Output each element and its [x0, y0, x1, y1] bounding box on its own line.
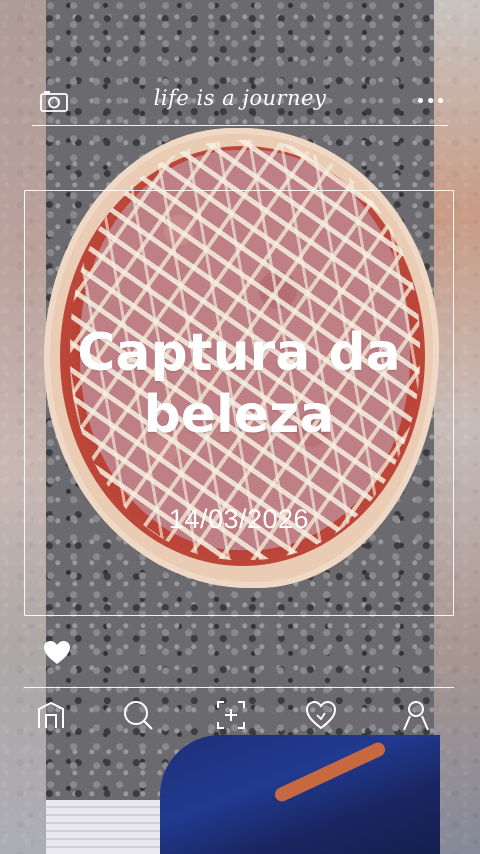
- profile-icon[interactable]: [399, 698, 433, 732]
- top-divider: [32, 125, 448, 126]
- top-bar: life is a journey: [32, 80, 448, 124]
- search-icon[interactable]: [121, 698, 155, 732]
- likes-icon[interactable]: [304, 698, 338, 732]
- app-title: life is a journey: [153, 86, 327, 110]
- more-icon[interactable]: [418, 98, 444, 104]
- headline-line-2: beleza: [143, 385, 335, 445]
- post-date: 14/03/2026: [168, 504, 310, 534]
- headline-line-1: Captura da: [77, 323, 401, 383]
- heart-icon[interactable]: [43, 640, 71, 666]
- add-photo-icon[interactable]: [214, 698, 248, 732]
- bottom-nav: [24, 688, 454, 748]
- home-icon[interactable]: [34, 698, 68, 732]
- post-headline: Captura da beleza: [24, 322, 454, 446]
- cloth: [160, 735, 440, 854]
